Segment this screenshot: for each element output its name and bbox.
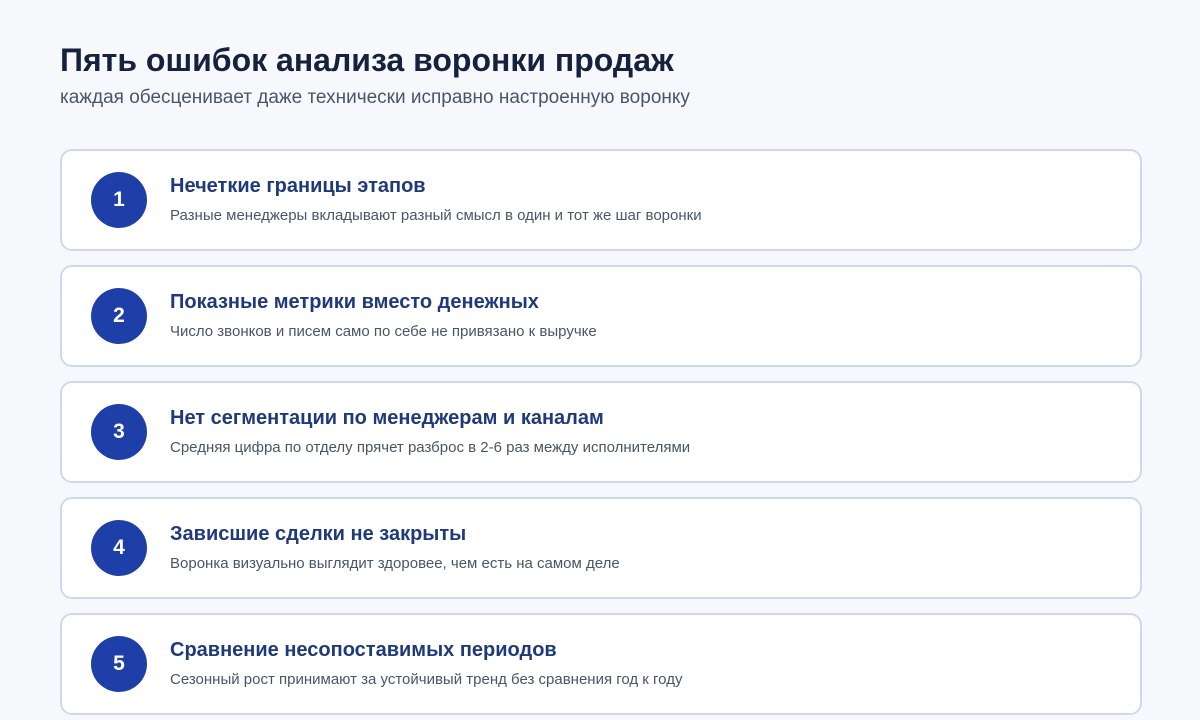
page-subtitle: каждая обесценивает даже технически испр… xyxy=(60,87,690,108)
mistake-title: Показные метрики вместо денежных xyxy=(170,291,539,313)
mistake-description: Сезонный рост принимают за устойчивый тр… xyxy=(170,671,683,688)
mistake-title: Нечеткие границы этапов xyxy=(170,175,426,197)
number-badge: 1 xyxy=(91,172,147,228)
mistake-card-3: 3 Нет сегментации по менеджерам и канала… xyxy=(60,381,1142,483)
number-badge: 3 xyxy=(91,404,147,460)
number-badge: 5 xyxy=(91,636,147,692)
mistake-card-2: 2 Показные метрики вместо денежных Число… xyxy=(60,265,1142,367)
mistake-description: Число звонков и писем само по себе не пр… xyxy=(170,323,597,340)
mistake-title: Сравнение несопоставимых периодов xyxy=(170,639,557,661)
page-title: Пять ошибок анализа воронки продаж xyxy=(60,42,674,78)
mistake-card-1: 1 Нечеткие границы этапов Разные менедже… xyxy=(60,149,1142,251)
mistake-description: Разные менеджеры вкладывают разный смысл… xyxy=(170,207,702,224)
number-badge: 2 xyxy=(91,288,147,344)
mistake-card-5: 5 Сравнение несопоставимых периодов Сезо… xyxy=(60,613,1142,715)
mistake-card-4: 4 Зависшие сделки не закрыты Воронка виз… xyxy=(60,497,1142,599)
mistake-description: Воронка визуально выглядит здоровее, чем… xyxy=(170,555,620,572)
mistake-description: Средняя цифра по отделу прячет разброс в… xyxy=(170,439,691,456)
number-badge: 4 xyxy=(91,520,147,576)
page: Пять ошибок анализа воронки продаж кажда… xyxy=(0,0,1200,720)
mistake-title: Нет сегментации по менеджерам и каналам xyxy=(170,407,604,429)
mistake-title: Зависшие сделки не закрыты xyxy=(170,523,467,545)
